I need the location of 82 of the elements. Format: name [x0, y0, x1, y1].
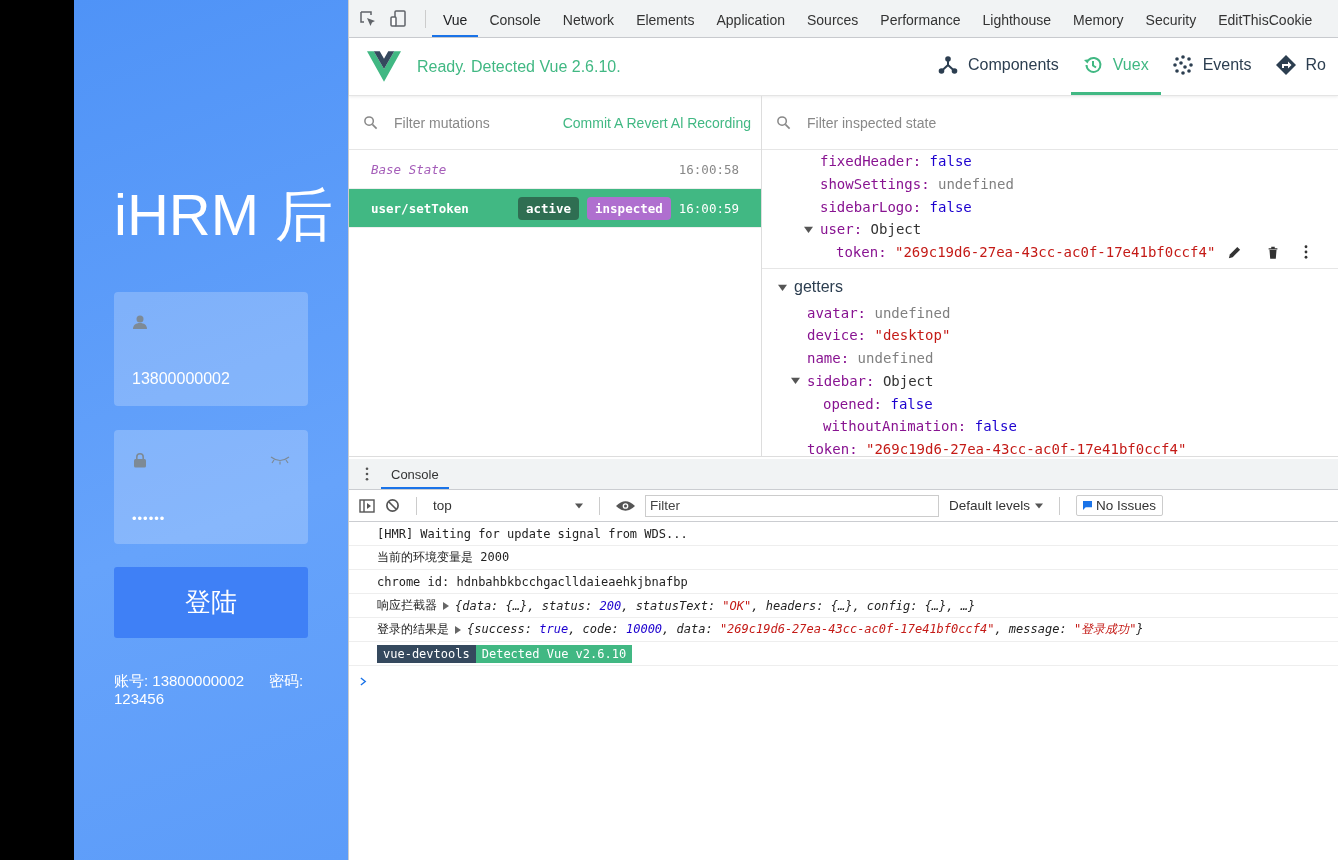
- issues-button[interactable]: No Issues: [1076, 495, 1164, 516]
- router-tab[interactable]: Ro: [1263, 38, 1338, 95]
- log-levels-dropdown[interactable]: Default levels: [949, 498, 1044, 513]
- console-tab[interactable]: Console: [381, 459, 449, 489]
- password-value: ••••••: [132, 511, 166, 526]
- inspect-element-icon[interactable]: [359, 9, 377, 28]
- mutation-tag: active: [517, 196, 580, 220]
- getter-property: sidebar: Object: [807, 372, 934, 389]
- mutation-name: user/setToken: [371, 200, 469, 216]
- getter-property: opened: false: [823, 395, 933, 412]
- edit-icon[interactable]: [1227, 244, 1243, 260]
- mutation-tag: inspected: [587, 196, 671, 220]
- events-tab[interactable]: Events: [1160, 38, 1264, 95]
- filter-mutations-field[interactable]: Filter mutations: [392, 113, 549, 132]
- login-button[interactable]: 登陆: [114, 567, 308, 638]
- more-icon[interactable]: [365, 467, 369, 481]
- mutation-row[interactable]: user/setToken active inspected 16:00:59: [349, 189, 761, 228]
- history-icon: [1082, 55, 1103, 75]
- search-icon: [776, 115, 791, 130]
- more-icon[interactable]: [1304, 245, 1309, 260]
- branch-icon: [938, 55, 959, 75]
- state-property: fixedHeader: false: [820, 153, 972, 170]
- getter-property: avatar: undefined: [807, 304, 951, 321]
- devtools-tab[interactable]: Console: [478, 0, 552, 37]
- prompt-chevron-icon[interactable]: [360, 677, 367, 686]
- username-value: 13800000002: [132, 370, 230, 388]
- search-icon: [363, 115, 378, 130]
- clear-console-icon[interactable]: [385, 498, 400, 513]
- object-preview: {success: true, code: 10000, data: "269c19d6-27ea-43cc-ac0f-17e41bf0ccf4", message: "登录成功"}: [467, 621, 1144, 638]
- caret-icon[interactable]: [804, 224, 813, 234]
- console-filter-field[interactable]: Filter: [645, 494, 939, 517]
- console-label: 登录的结果是: [377, 621, 449, 638]
- devtools-tab[interactable]: Application: [705, 0, 796, 37]
- state-property: sidebarLogo: false: [820, 198, 972, 215]
- caret-icon[interactable]: [791, 376, 800, 386]
- devtools-tab[interactable]: Memory: [1062, 0, 1135, 37]
- section-title: getters: [794, 278, 843, 297]
- state-property: showSettings: undefined: [820, 176, 1014, 193]
- expand-triangle-icon[interactable]: [455, 625, 461, 634]
- page-title: iHRM 后: [114, 182, 335, 248]
- context-select[interactable]: top: [433, 498, 583, 513]
- caret-icon: [1035, 502, 1044, 509]
- lock-icon: [132, 452, 148, 468]
- filter-state-field[interactable]: Filter inspected state: [805, 113, 1338, 132]
- directions-icon: [1275, 55, 1296, 75]
- device-toolbar-icon[interactable]: [389, 9, 407, 28]
- console-message: chrome id: hdnbahbkbcchgaclldaieaehkjbnafbp: [377, 574, 688, 589]
- devtools-tab[interactable]: Sources: [796, 0, 870, 37]
- devtools-tab[interactable]: Elements: [625, 0, 706, 37]
- devtools-tab[interactable]: Security: [1134, 0, 1208, 37]
- console-label: 响应拦截器: [377, 597, 437, 614]
- user-icon: [132, 314, 148, 330]
- devtools-tab[interactable]: Performance: [869, 0, 972, 37]
- state-property: token: "269c19d6-27ea-43cc-ac0f-17e41bf0ccf4": [836, 244, 1216, 261]
- console-message: 当前的环境变量是 2000: [377, 549, 510, 566]
- vue-status-text: Ready. Detected Vue 2.6.10.: [417, 57, 621, 76]
- console-badge: vue-devtools: [377, 644, 476, 663]
- getter-property: device: "desktop": [807, 327, 951, 344]
- mutation-time: 16:00:58: [678, 161, 739, 177]
- message-icon: [1083, 501, 1093, 510]
- components-tab[interactable]: Components: [926, 38, 1071, 95]
- console-message: [HMR] Waiting for update signal from WDS...: [377, 526, 688, 541]
- mutation-name: Base State: [371, 161, 447, 177]
- mutation-time: 16:00:59: [678, 200, 739, 216]
- sidebar-toggle-icon[interactable]: [359, 497, 375, 514]
- console-badge: Detected Vue v2.6.10: [475, 644, 633, 663]
- devtools-tab[interactable]: Network: [551, 0, 626, 37]
- devtools-tab[interactable]: Vue: [432, 0, 479, 37]
- devtools-tab[interactable]: Lighthouse: [971, 0, 1062, 37]
- getter-property: token: "269c19d6-27ea-43cc-ac0f-17e41bf0ccf4": [807, 440, 1187, 456]
- caret-icon[interactable]: [778, 282, 787, 292]
- vue-logo-icon: [367, 51, 401, 82]
- dots-icon: [1172, 55, 1193, 75]
- state-property: user: Object: [820, 221, 922, 238]
- getter-property: withoutAnimation: false: [823, 418, 1017, 435]
- object-preview: {data: {…}, status: 200, statusText: "OK", headers: {…}, config: {…}, …}: [455, 598, 976, 613]
- caret-icon: [575, 502, 583, 509]
- getter-property: name: undefined: [807, 350, 934, 367]
- expand-triangle-icon[interactable]: [443, 601, 449, 610]
- account-hint: 账号: 13800000002 密码: 123456: [114, 672, 304, 708]
- devtools-tab[interactable]: EditThisCookie: [1207, 0, 1324, 37]
- eye-icon[interactable]: [616, 499, 635, 512]
